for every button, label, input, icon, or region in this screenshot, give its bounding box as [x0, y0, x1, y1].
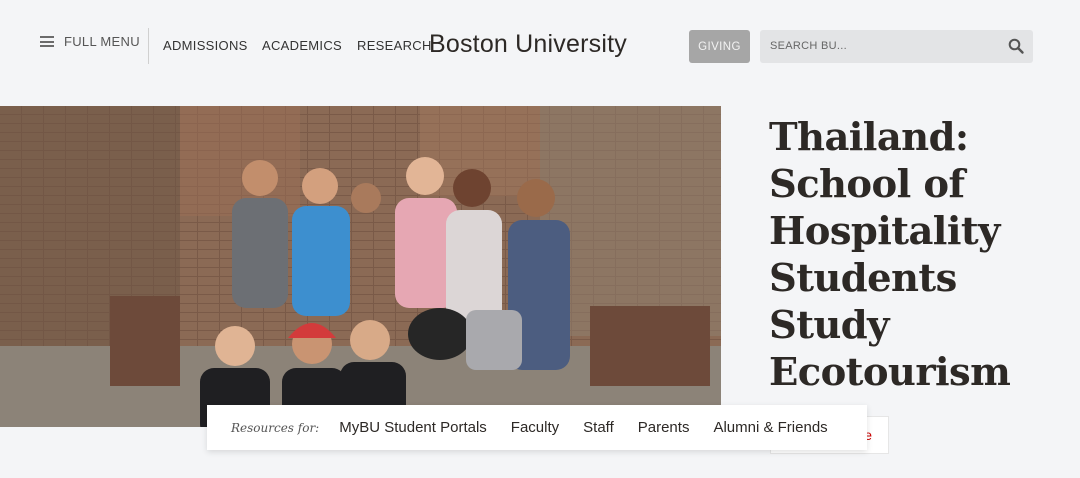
site-header: FULL MENU ADMISSIONS ACADEMICS RESEARCH …	[0, 0, 1080, 92]
header-divider	[148, 28, 149, 64]
group-photo-icon	[0, 106, 721, 427]
resource-link-alumni[interactable]: Alumni & Friends	[713, 419, 827, 436]
resource-link-faculty[interactable]: Faculty	[511, 419, 559, 436]
nav-academics[interactable]: ACADEMICS	[262, 38, 342, 53]
resource-link-mybu[interactable]: MyBU Student Portals	[339, 419, 487, 436]
search-placeholder: SEARCH BU...	[770, 40, 847, 52]
hamburger-icon	[40, 36, 54, 47]
giving-button[interactable]: GIVING	[689, 30, 750, 63]
full-menu-button[interactable]: FULL MENU	[40, 34, 140, 49]
hero-image[interactable]	[0, 106, 721, 427]
hero-headline[interactable]: Thailand: School of Hospitality Students…	[769, 114, 1059, 396]
search-icon[interactable]	[1007, 37, 1025, 55]
search-input[interactable]: SEARCH BU...	[760, 30, 1033, 63]
resources-label: Resources for:	[231, 420, 320, 435]
resources-bar: Resources for: MyBU Student Portals Facu…	[207, 405, 867, 450]
full-menu-label: FULL MENU	[64, 34, 140, 49]
nav-admissions[interactable]: ADMISSIONS	[163, 38, 248, 53]
resource-link-parents[interactable]: Parents	[638, 419, 690, 436]
site-logo[interactable]: Boston University	[429, 30, 627, 59]
resource-link-staff[interactable]: Staff	[583, 419, 614, 436]
nav-research[interactable]: RESEARCH	[357, 38, 432, 53]
